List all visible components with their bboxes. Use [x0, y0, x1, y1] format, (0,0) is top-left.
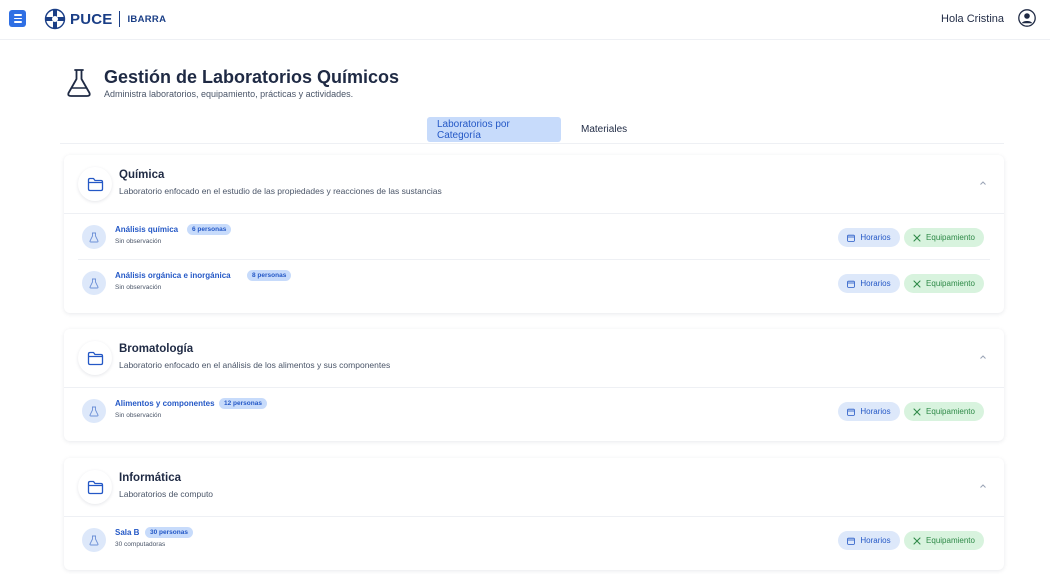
- lab-note: Sin observación: [115, 412, 162, 419]
- tabs-divider: [60, 143, 1004, 144]
- category-name: Química: [119, 169, 165, 181]
- horarios-label: Horarios: [860, 407, 891, 416]
- category-header[interactable]: Informática Laboratorios de computo: [64, 458, 1004, 517]
- horarios-button[interactable]: Horarios: [838, 274, 900, 293]
- horarios-button[interactable]: Horarios: [838, 402, 900, 421]
- horarios-label: Horarios: [860, 233, 891, 242]
- chevron-up-icon[interactable]: [978, 481, 988, 491]
- horarios-button[interactable]: Horarios: [838, 228, 900, 247]
- category-header[interactable]: Bromatología Laboratorio enfocado en el …: [64, 329, 1004, 388]
- flask-icon: [82, 271, 106, 295]
- logo-text: PUCE: [70, 10, 113, 28]
- tools-icon: [913, 536, 921, 545]
- flask-icon: [67, 69, 91, 97]
- calendar-icon: [847, 280, 856, 288]
- horarios-label: Horarios: [860, 279, 891, 288]
- category-card-quimica: Química Laboratorio enfocado en el estud…: [64, 155, 1004, 313]
- lab-row: Sala B 30 personas 30 computadoras Horar…: [78, 517, 990, 563]
- equipamiento-label: Equipamiento: [926, 407, 975, 416]
- capacity-badge: 6 personas: [187, 224, 232, 235]
- category-name: Bromatología: [119, 343, 194, 355]
- category-description: Laboratorio enfocado en el análisis de l…: [119, 360, 391, 370]
- horarios-label: Horarios: [860, 536, 891, 545]
- flask-icon: [82, 399, 106, 423]
- equipamiento-label: Equipamiento: [926, 536, 975, 545]
- lab-name[interactable]: Análisis química: [115, 225, 178, 234]
- chevron-up-icon[interactable]: [978, 352, 988, 362]
- top-bar: PUCE IBARRA Hola Cristina: [0, 0, 1050, 40]
- calendar-icon: [847, 408, 856, 416]
- equipamiento-button[interactable]: Equipamiento: [904, 228, 984, 247]
- capacity-badge: 30 personas: [145, 527, 193, 538]
- user-circle-icon[interactable]: [1018, 9, 1036, 27]
- logo-separator: [119, 11, 121, 27]
- lab-row: Análisis orgánica e inorgánica 8 persona…: [78, 260, 990, 306]
- equipamiento-button[interactable]: Equipamiento: [904, 274, 984, 293]
- category-description: Laboratorios de computo: [119, 489, 214, 499]
- equipamiento-label: Equipamiento: [926, 233, 975, 242]
- tools-icon: [913, 233, 921, 242]
- tab-bar: Laboratorios por Categoría Materiales: [427, 117, 637, 142]
- page-header: Gestión de Laboratorios Químicos Adminis…: [66, 66, 399, 99]
- lab-name[interactable]: Alimentos y componentes: [115, 399, 215, 408]
- category-card-informatica: Informática Laboratorios de computo Sala…: [64, 458, 1004, 570]
- tools-icon: [913, 279, 921, 288]
- lab-name[interactable]: Análisis orgánica e inorgánica: [115, 271, 231, 280]
- lab-note: Sin observación: [115, 238, 162, 245]
- category-header[interactable]: Química Laboratorio enfocado en el estud…: [64, 155, 1004, 214]
- flask-icon: [82, 528, 106, 552]
- folder-icon: [78, 341, 112, 375]
- category-card-bromatologia: Bromatología Laboratorio enfocado en el …: [64, 329, 1004, 441]
- category-name: Informática: [119, 472, 181, 484]
- logo-cross-icon: [44, 8, 66, 30]
- equipamiento-button[interactable]: Equipamiento: [904, 531, 984, 550]
- menu-icon[interactable]: [9, 10, 26, 27]
- horarios-button[interactable]: Horarios: [838, 531, 900, 550]
- page-subtitle: Administra laboratorios, equipamiento, p…: [104, 89, 354, 99]
- lab-row: Alimentos y componentes 12 personas Sin …: [78, 388, 990, 434]
- lab-note: 30 computadoras: [115, 541, 166, 548]
- equipamiento-button[interactable]: Equipamiento: [904, 402, 984, 421]
- lab-note: Sin observación: [115, 284, 162, 291]
- chevron-up-icon[interactable]: [978, 178, 988, 188]
- capacity-badge: 8 personas: [247, 270, 292, 281]
- page-title: Gestión de Laboratorios Químicos: [104, 67, 400, 87]
- flask-icon: [82, 225, 106, 249]
- folder-icon: [78, 167, 112, 201]
- lab-name[interactable]: Sala B: [115, 528, 139, 537]
- title-block: Gestión de Laboratorios Químicos Adminis…: [104, 66, 399, 99]
- calendar-icon: [847, 537, 856, 545]
- tab-materiales[interactable]: Materiales: [571, 117, 637, 142]
- folder-icon: [78, 470, 112, 504]
- logo-subtext: IBARRA: [127, 13, 167, 25]
- user-greeting: Hola Cristina: [941, 13, 1004, 25]
- calendar-icon: [847, 234, 856, 242]
- puce-logo[interactable]: PUCE IBARRA: [44, 8, 166, 30]
- category-description: Laboratorio enfocado en el estudio de la…: [119, 186, 442, 196]
- capacity-badge: 12 personas: [219, 398, 267, 409]
- tools-icon: [913, 407, 921, 416]
- lab-row: Análisis química 6 personas Sin observac…: [78, 214, 990, 260]
- equipamiento-label: Equipamiento: [926, 279, 975, 288]
- tab-laboratorios-por-categoria[interactable]: Laboratorios por Categoría: [427, 117, 561, 142]
